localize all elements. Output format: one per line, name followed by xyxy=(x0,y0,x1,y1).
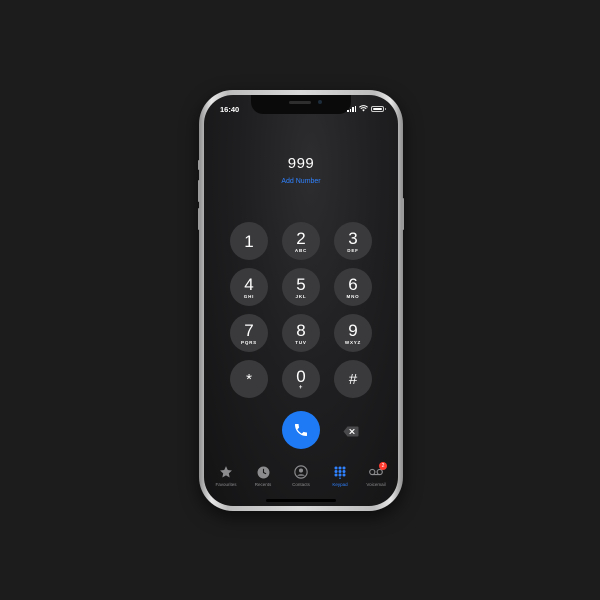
keypad-grid-icon xyxy=(334,466,346,479)
key-letters: GHI xyxy=(243,293,255,299)
key-0[interactable]: 0 + xyxy=(282,360,320,398)
key-digit: 1 xyxy=(244,231,254,251)
home-indicator[interactable] xyxy=(266,499,336,502)
tab-label: Keypad xyxy=(332,482,348,487)
key-2[interactable]: 2 ABC xyxy=(282,222,320,260)
delete-button[interactable] xyxy=(342,425,360,437)
tab-keypad[interactable]: Keypad xyxy=(321,465,359,487)
key-1[interactable]: 1 xyxy=(230,222,268,260)
tab-bar: Favourites Recents Contacts Keypad 2 Voi… xyxy=(204,462,398,495)
key-letters: TUV xyxy=(295,339,307,345)
tab-icon-wrapper xyxy=(294,465,308,479)
phone-icon xyxy=(295,424,307,436)
key-digit: 2 xyxy=(296,228,306,248)
phone-screen: 16:40 999 Add Number 1 2 ABC 3 DEF 4 GHI… xyxy=(204,95,398,506)
key-letters: JKL xyxy=(295,293,307,299)
key-letters: MNO xyxy=(346,293,360,299)
key-3[interactable]: 3 DEF xyxy=(334,222,372,260)
key-star[interactable]: * xyxy=(230,360,268,398)
star-icon xyxy=(220,466,232,478)
key-digit: 6 xyxy=(348,274,358,294)
tab-contacts[interactable]: Contacts xyxy=(282,465,320,487)
tab-icon-wrapper: 2 xyxy=(369,462,387,479)
clock-icon xyxy=(257,466,269,478)
key-hash[interactable]: # xyxy=(334,360,372,398)
stage-background: 16:40 999 Add Number 1 2 ABC 3 DEF 4 GHI… xyxy=(0,0,600,600)
tab-label: Voicemail xyxy=(366,482,386,487)
key-9[interactable]: 9 WXYZ xyxy=(334,314,372,352)
person-icon xyxy=(294,465,308,479)
key-6[interactable]: 6 MNO xyxy=(334,268,372,306)
key-letters: DEF xyxy=(347,247,359,253)
key-digit: 3 xyxy=(348,228,358,248)
tab-icon-wrapper xyxy=(333,465,347,479)
key-digit: 8 xyxy=(296,320,306,340)
tab-icon-wrapper xyxy=(219,465,233,479)
side-button xyxy=(198,160,200,170)
call-button[interactable] xyxy=(282,411,320,449)
tab-icon-wrapper xyxy=(256,465,270,479)
side-button xyxy=(198,208,200,230)
key-5[interactable]: 5 JKL xyxy=(282,268,320,306)
key-digit: 9 xyxy=(348,320,358,340)
key-7[interactable]: 7 PQRS xyxy=(230,314,268,352)
tab-label: Favourites xyxy=(215,482,237,487)
key-digit: 5 xyxy=(296,274,306,294)
key-digit: # xyxy=(348,370,358,388)
tab-recents[interactable]: Recents xyxy=(244,465,282,487)
side-button xyxy=(402,198,404,230)
key-4[interactable]: 4 GHI xyxy=(230,268,268,306)
key-8[interactable]: 8 TUV xyxy=(282,314,320,352)
phone-frame: 16:40 999 Add Number 1 2 ABC 3 DEF 4 GHI… xyxy=(198,90,404,511)
backspace-icon xyxy=(343,426,359,436)
key-digit: * xyxy=(246,370,252,388)
key-letters: ABC xyxy=(294,247,308,253)
tab-label: Recents xyxy=(254,482,272,487)
voicemail-badge: 2 xyxy=(379,462,387,470)
tab-voicemail[interactable]: 2 Voicemail xyxy=(357,462,395,487)
key-digit: 0 xyxy=(296,366,306,386)
key-digit: 4 xyxy=(244,274,254,294)
tab-favourites[interactable]: Favourites xyxy=(207,465,245,487)
key-letters: + xyxy=(298,384,304,391)
key-letters: PQRS xyxy=(241,339,257,345)
side-button xyxy=(198,180,200,202)
key-letters: WXYZ xyxy=(344,339,362,345)
key-digit: 7 xyxy=(244,320,254,340)
tab-label: Contacts xyxy=(292,482,310,487)
